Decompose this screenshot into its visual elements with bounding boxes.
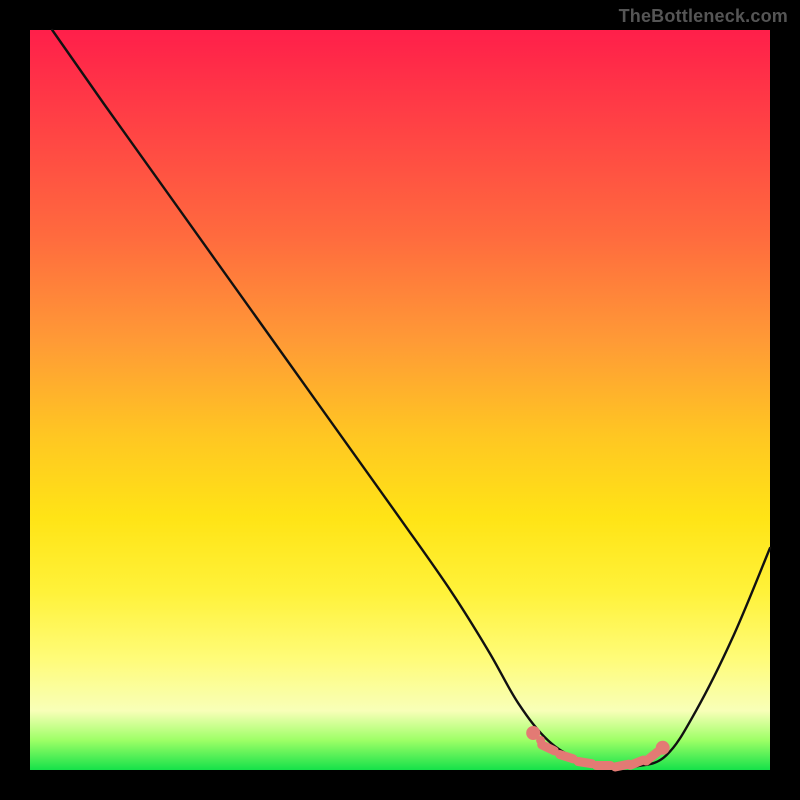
marker-dash bbox=[578, 761, 592, 763]
curve-svg bbox=[30, 30, 770, 770]
bottleneck-curve bbox=[52, 30, 770, 768]
marker-dash bbox=[542, 745, 555, 751]
marker-dash bbox=[630, 760, 643, 765]
marker-dot bbox=[653, 748, 662, 757]
watermark-text: TheBottleneck.com bbox=[619, 6, 788, 27]
marker-dot bbox=[536, 736, 545, 745]
plot-area bbox=[30, 30, 770, 770]
optimal-zone-markers bbox=[526, 726, 670, 767]
marker-dash bbox=[560, 755, 573, 759]
chart-frame: TheBottleneck.com bbox=[0, 0, 800, 800]
